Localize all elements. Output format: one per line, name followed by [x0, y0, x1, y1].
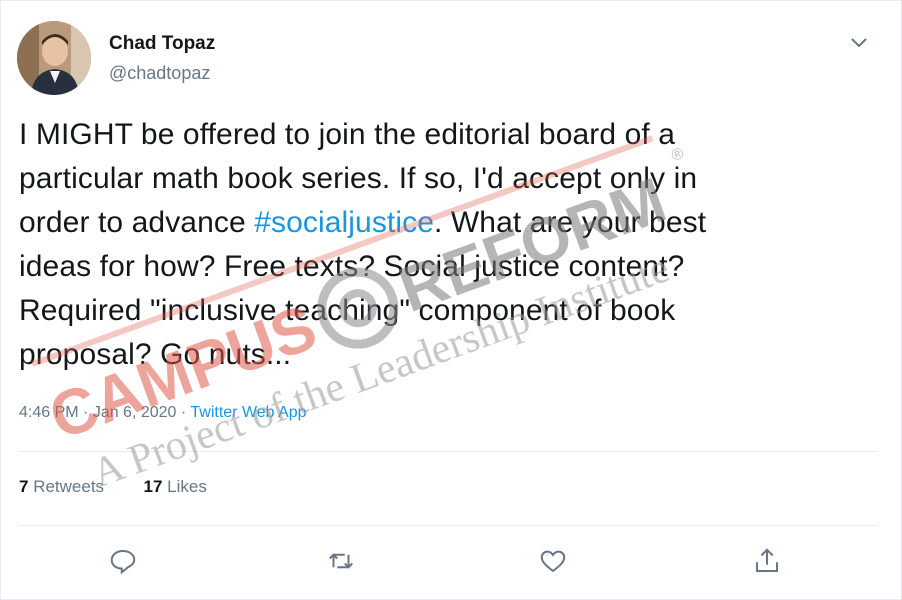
tweet-text-line: order to advance #socialjustice. What ar… — [19, 201, 879, 245]
tweet-text-segment: order to advance — [19, 206, 255, 239]
tweet-date[interactable]: Jan 6, 2020 — [93, 404, 177, 421]
tweet-actions — [1, 541, 902, 585]
author-name[interactable]: Chad Topaz — [109, 33, 215, 55]
meta-separator: · — [78, 404, 93, 421]
tweet-text-line: particular math book series. If so, I'd … — [19, 162, 698, 195]
tweet-meta: 4:46 PM · Jan 6, 2020 · Twitter Web App — [19, 404, 307, 422]
retweets-label: Retweets — [28, 477, 105, 496]
tweet-text: I MIGHT be offered to join the editorial… — [19, 113, 879, 377]
divider — [19, 451, 877, 452]
heart-icon[interactable] — [533, 541, 573, 581]
meta-separator: · — [176, 404, 191, 421]
divider — [19, 525, 877, 526]
tweet-text-line: ideas for how? Free texts? Social justic… — [19, 250, 685, 283]
tweet-header: Chad Topaz @chadtopaz — [17, 21, 877, 97]
likes-stat[interactable]: 17 Likes — [144, 477, 207, 496]
tweet-text-line: Required "inclusive teaching" component … — [19, 294, 676, 327]
source-app-link[interactable]: Twitter Web App — [190, 404, 306, 421]
hashtag-link[interactable]: #socialjustice — [254, 206, 434, 239]
reply-icon[interactable] — [103, 541, 143, 581]
tweet-stats: 7 Retweets 17 Likes — [19, 477, 207, 497]
avatar[interactable] — [17, 21, 91, 95]
tweet-time[interactable]: 4:46 PM — [19, 404, 79, 421]
avatar-image — [17, 21, 91, 95]
chevron-down-icon[interactable] — [847, 31, 871, 55]
author-handle[interactable]: @chadtopaz — [109, 63, 210, 84]
tweet-card: Chad Topaz @chadtopaz I MIGHT be offered… — [0, 0, 902, 600]
likes-count: 17 — [143, 477, 163, 496]
retweets-stat[interactable]: 7 Retweets — [19, 477, 104, 496]
tweet-text-line: proposal? Go nuts... — [19, 338, 292, 371]
tweet-text-segment: . What are your best — [434, 206, 707, 239]
retweet-icon[interactable] — [321, 541, 361, 581]
share-icon[interactable] — [747, 541, 787, 581]
tweet-text-line: I MIGHT be offered to join the editorial… — [19, 118, 676, 151]
likes-label: Likes — [162, 477, 207, 496]
